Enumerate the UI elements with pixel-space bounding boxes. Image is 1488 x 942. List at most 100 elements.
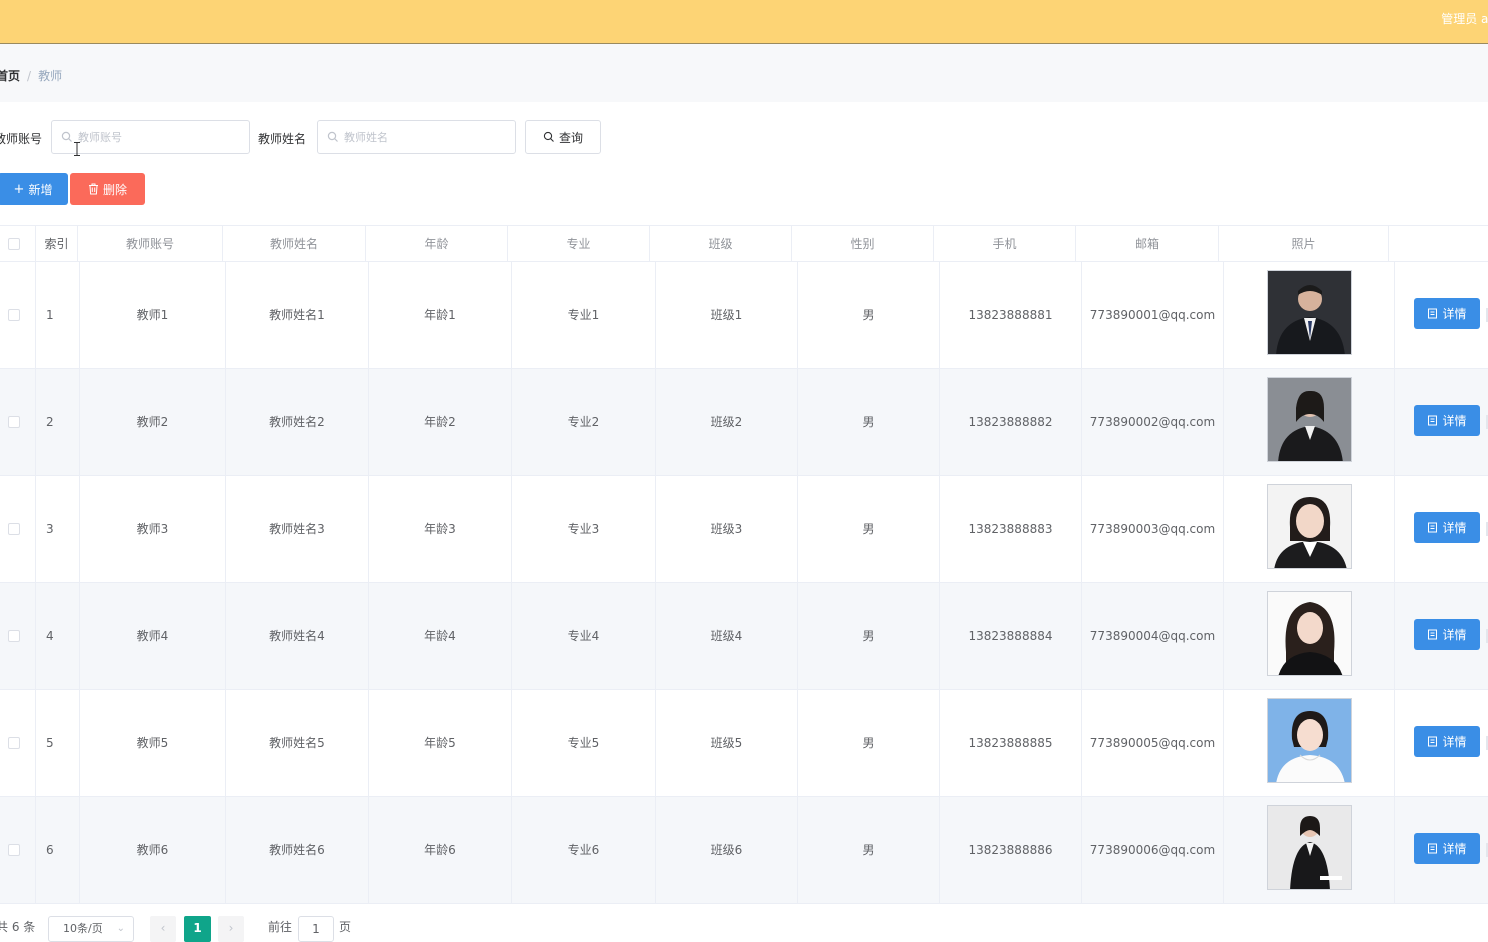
cell-account: 教师4 [80, 583, 226, 689]
table-row: 6 教师6 教师姓名6 年龄6 专业6 班级6 男 13823888886 773890006@… [0, 797, 1488, 904]
cell-index: 1 [36, 262, 80, 368]
detail-button[interactable]: 详情 [1414, 619, 1480, 650]
cell-email: 773890003@qq.com [1082, 476, 1224, 582]
cell-age: 年龄5 [369, 690, 512, 796]
account-search-field[interactable] [51, 120, 250, 154]
cell-age: 年龄1 [369, 262, 512, 368]
detail-button-label: 详情 [1442, 842, 1467, 856]
detail-button[interactable]: 详情 [1414, 726, 1480, 757]
header-class: 班级 [650, 226, 792, 262]
cell-age: 年龄2 [369, 369, 512, 475]
cell-class: 班级5 [656, 690, 798, 796]
cell-major: 专业4 [512, 583, 656, 689]
cell-major: 专业1 [512, 262, 656, 368]
cell-gender: 男 [798, 476, 940, 582]
cell-name: 教师姓名6 [226, 797, 369, 903]
document-icon [1428, 736, 1438, 747]
select-all-checkbox[interactable] [8, 238, 20, 250]
row-checkbox[interactable] [8, 523, 20, 535]
query-button[interactable]: 查询 [525, 120, 601, 154]
table-row: 1 教师1 教师姓名1 年龄1 专业1 班级1 男 13823888881 773890001@… [0, 262, 1488, 369]
cell-phone: 13823888883 [940, 476, 1082, 582]
header-actions [1389, 226, 1488, 262]
detail-button[interactable]: 详情 [1414, 512, 1480, 543]
teacher-photo [1267, 377, 1352, 462]
cell-index: 5 [36, 690, 80, 796]
chevron-right-icon: › [228, 921, 234, 935]
account-search-input[interactable] [78, 127, 238, 147]
cell-phone: 13823888882 [940, 369, 1082, 475]
trash-icon [88, 183, 98, 195]
row-checkbox[interactable] [8, 737, 20, 749]
table-row: 2 教师2 教师姓名2 年龄2 专业2 班级2 男 13823888882 773890002@… [0, 369, 1488, 476]
cell-index: 3 [36, 476, 80, 582]
select-all-cell [0, 226, 36, 262]
teacher-photo [1267, 484, 1352, 569]
row-select-cell [0, 583, 36, 689]
teacher-table: 索引 教师账号 教师姓名 年龄 专业 班级 性别 手机 邮箱 照片 1 教师1 教师… [0, 225, 1488, 904]
top-header: 管理员 ad [0, 0, 1488, 44]
cell-account: 教师5 [80, 690, 226, 796]
teacher-photo [1267, 698, 1352, 783]
detail-button-label: 详情 [1442, 307, 1467, 321]
admin-user-label[interactable]: 管理员 ad [1441, 10, 1488, 27]
table-row: 5 教师5 教师姓名5 年龄5 专业5 班级5 男 13823888885 773890005@… [0, 690, 1488, 797]
chevron-down-icon: ⌄ [116, 923, 125, 934]
prev-page-button[interactable]: ‹ [150, 916, 176, 942]
document-icon [1428, 522, 1438, 533]
cell-phone: 13823888885 [940, 690, 1082, 796]
breadcrumb: 首页 / 教师 [0, 67, 62, 84]
detail-button[interactable]: 详情 [1414, 298, 1480, 329]
cell-name: 教师姓名2 [226, 369, 369, 475]
goto-page-input[interactable]: 1 [298, 916, 334, 942]
cell-name: 教师姓名1 [226, 262, 369, 368]
cell-email: 773890001@qq.com [1082, 262, 1224, 368]
table-body: 1 教师1 教师姓名1 年龄1 专业1 班级1 男 13823888881 773890001@… [0, 262, 1488, 904]
name-search-input[interactable] [344, 127, 504, 147]
cell-age: 年龄3 [369, 476, 512, 582]
page-size-select[interactable]: 10条/页 ⌄ [48, 916, 134, 942]
cell-gender: 男 [798, 583, 940, 689]
detail-button[interactable]: 详情 [1414, 405, 1480, 436]
page-suffix-label: 页 [339, 920, 352, 934]
delete-button-label: 删除 [102, 182, 127, 197]
cell-major: 专业2 [512, 369, 656, 475]
cell-email: 773890004@qq.com [1082, 583, 1224, 689]
table-row: 3 教师3 教师姓名3 年龄3 专业3 班级3 男 13823888883 773890003@… [0, 476, 1488, 583]
cell-major: 专业3 [512, 476, 656, 582]
header-age: 年龄 [366, 226, 508, 262]
next-page-button[interactable]: › [218, 916, 244, 942]
cell-class: 班级4 [656, 583, 798, 689]
detail-button-label: 详情 [1442, 735, 1467, 749]
cell-class: 班级2 [656, 369, 798, 475]
cell-account: 教师1 [80, 262, 226, 368]
name-search-field[interactable] [317, 120, 516, 154]
row-checkbox[interactable] [8, 416, 20, 428]
header-major: 专业 [508, 226, 650, 262]
cell-gender: 男 [798, 797, 940, 903]
cell-name: 教师姓名5 [226, 690, 369, 796]
cell-gender: 男 [798, 369, 940, 475]
cell-gender: 男 [798, 690, 940, 796]
breadcrumb-home[interactable]: 首页 [0, 69, 20, 83]
row-select-cell [0, 369, 36, 475]
row-checkbox[interactable] [8, 844, 20, 856]
cell-phone: 13823888881 [940, 262, 1082, 368]
cell-age: 年龄4 [369, 583, 512, 689]
add-button[interactable]: + 新增 [0, 173, 68, 205]
breadcrumb-bar: 首页 / 教师 [0, 44, 1488, 102]
plus-icon: + [13, 181, 25, 197]
text-cursor-icon [74, 142, 80, 156]
row-checkbox[interactable] [8, 630, 20, 642]
header-phone: 手机 [934, 226, 1076, 262]
row-checkbox[interactable] [8, 309, 20, 321]
document-icon [1428, 843, 1438, 854]
header-photo: 照片 [1219, 226, 1389, 262]
delete-button[interactable]: 删除 [70, 173, 145, 205]
page-number-current[interactable]: 1 [184, 916, 211, 942]
search-icon [543, 131, 554, 142]
table-row: 4 教师4 教师姓名4 年龄4 专业4 班级4 男 13823888884 773890004@… [0, 583, 1488, 690]
header-email: 邮箱 [1076, 226, 1219, 262]
cell-index: 6 [36, 797, 80, 903]
detail-button[interactable]: 详情 [1414, 833, 1480, 864]
